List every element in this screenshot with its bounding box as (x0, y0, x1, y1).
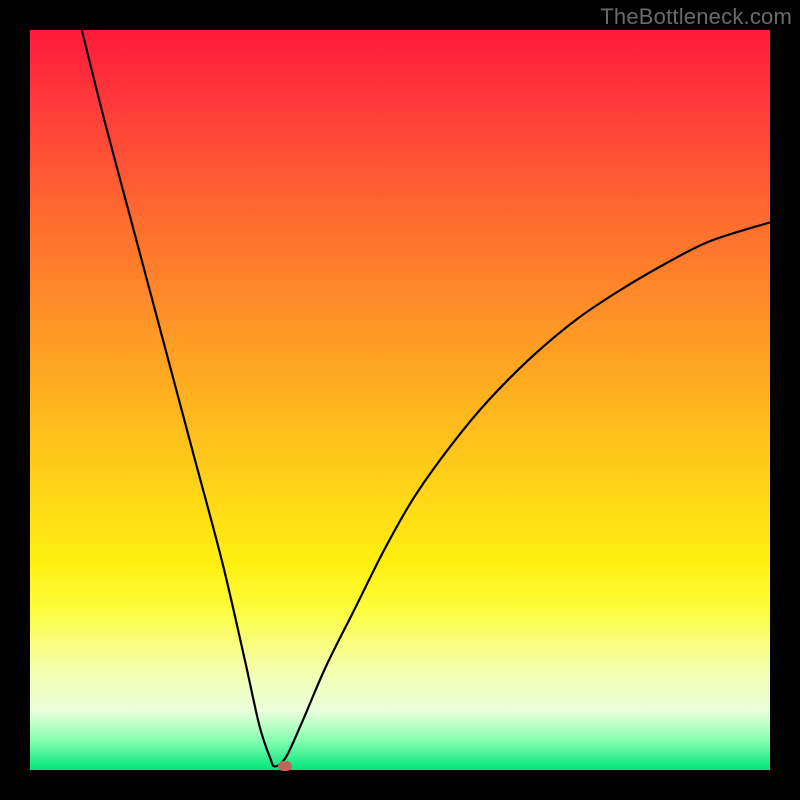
chart-frame: TheBottleneck.com (0, 0, 800, 800)
bottleneck-curve (82, 30, 770, 766)
watermark-label: TheBottleneck.com (600, 4, 792, 30)
plot-area (30, 30, 770, 770)
curve-svg (30, 30, 770, 770)
min-marker (278, 761, 292, 771)
